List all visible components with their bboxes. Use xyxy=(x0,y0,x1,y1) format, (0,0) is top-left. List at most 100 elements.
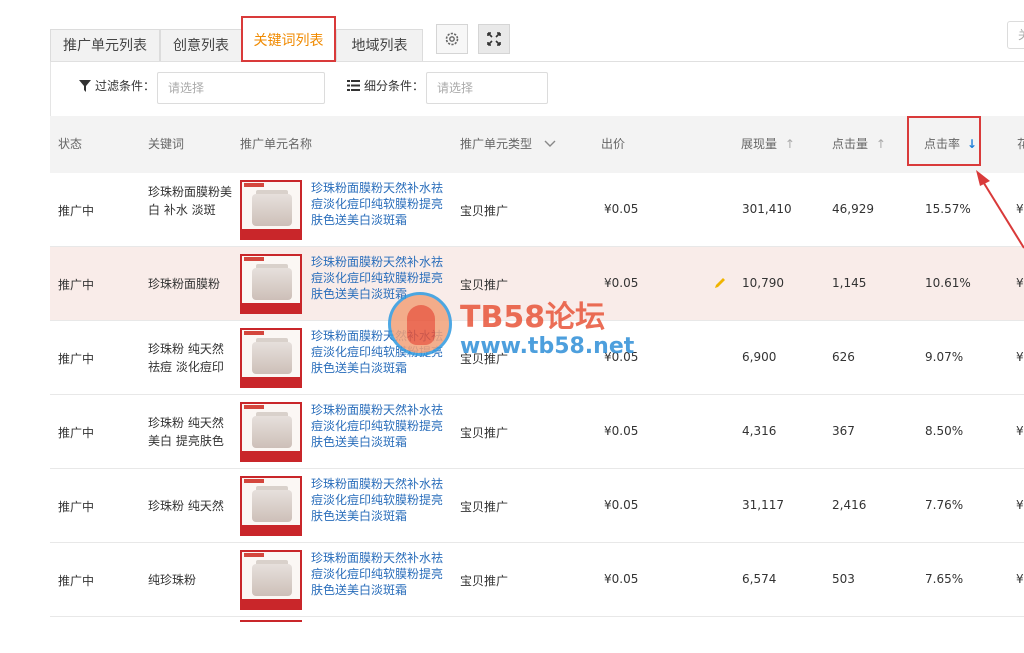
filter-bar: 过滤条件： 请选择 细分条件： 请选择 xyxy=(50,62,1024,116)
col-ctr-label: 点击率 xyxy=(924,137,961,151)
row-status: 推广中 xyxy=(58,500,95,514)
pencil-icon[interactable] xyxy=(714,277,726,289)
settings-button[interactable] xyxy=(436,24,468,54)
table-row[interactable]: 推广中 纯珍珠粉 珍珠粉面膜粉天然补水祛痘淡化痘印纯软膜粉提亮肤色送美白淡斑霜 … xyxy=(50,543,1024,617)
col-unit-name: 推广单元名称 xyxy=(240,137,313,151)
col-bid: 出价 xyxy=(601,137,626,151)
table-row[interactable]: 推广中 珍珠粉面膜粉 珍珠粉面膜粉天然补水祛痘淡化痘印纯软膜粉提亮肤色送美白淡斑… xyxy=(50,247,1024,321)
row-impressions: 301,410 xyxy=(742,202,792,216)
col-clicks-label: 点击量 xyxy=(832,137,869,151)
row-unit-type: 宝贝推广 xyxy=(460,278,509,292)
row-ctr: 15.57% xyxy=(925,202,971,216)
row-bid[interactable]: ¥0.05 xyxy=(604,276,638,290)
sort-up-icon: ↑ xyxy=(875,137,886,151)
row-bid[interactable]: ¥0.05 xyxy=(604,572,638,586)
col-status: 状态 xyxy=(58,137,83,151)
row-unit-title[interactable]: 珍珠粉面膜粉天然补水祛痘淡化痘印纯软膜粉提亮肤色送美白淡斑霜 xyxy=(311,550,451,598)
row-bid[interactable]: ¥0.05 xyxy=(604,498,638,512)
table-row[interactable]: 推广中 珍珠粉 纯天然 美白 提亮肤色 珍珠粉面膜粉天然补水祛痘淡化痘印纯软膜粉… xyxy=(50,395,1024,469)
product-thumbnail[interactable] xyxy=(240,550,302,610)
row-unit-title[interactable]: 珍珠粉面膜粉天然补水祛痘淡化痘印纯软膜粉提亮肤色送美白淡斑霜 xyxy=(311,402,451,450)
row-next: ¥ xyxy=(1016,202,1024,216)
row-ctr: 7.65% xyxy=(925,572,964,586)
row-unit-type: 宝贝推广 xyxy=(460,204,509,218)
filter-label-text: 过滤条件： xyxy=(95,79,156,93)
row-next: ¥ xyxy=(1016,424,1024,438)
row-keyword: 珍珠粉 纯天然 xyxy=(148,499,224,513)
row-impressions: 31,117 xyxy=(742,498,784,512)
row-keyword: 珍珠粉面膜粉美白 补水 淡斑 xyxy=(148,185,233,217)
table-row[interactable]: 推广中 珍珠粉面膜粉美白 补水 淡斑 珍珠粉面膜粉天然补水祛痘淡化痘印纯软膜粉提… xyxy=(50,173,1024,247)
chevron-down-icon xyxy=(544,140,556,147)
sort-up-icon: ↑ xyxy=(784,137,795,151)
col-unit-type-label: 推广单元类型 xyxy=(460,137,533,151)
row-clicks: 2,416 xyxy=(832,498,867,512)
row-bid[interactable]: ¥0.05 xyxy=(604,350,638,364)
row-bid[interactable]: ¥0.05 xyxy=(604,424,638,438)
row-unit-title[interactable]: 珍珠粉面膜粉天然补水祛痘淡化痘印纯软膜粉提亮肤色送美白淡斑霜 xyxy=(311,180,451,228)
row-next: ¥ xyxy=(1016,350,1024,364)
breakdown-select[interactable]: 请选择 xyxy=(426,72,548,104)
product-thumbnail[interactable] xyxy=(240,180,302,240)
next-row-thumbnail-peek xyxy=(240,620,302,626)
row-clicks: 46,929 xyxy=(832,202,874,216)
row-impressions: 6,900 xyxy=(742,350,777,364)
col-clicks[interactable]: 点击量 ↑ xyxy=(832,116,886,173)
list-icon xyxy=(347,80,360,91)
row-status: 推广中 xyxy=(58,278,95,292)
row-status: 推广中 xyxy=(58,574,95,588)
row-unit-title[interactable]: 珍珠粉面膜粉天然补水祛痘淡化痘印纯软膜粉提亮肤色送美白淡斑霜 xyxy=(311,476,451,524)
product-thumbnail[interactable] xyxy=(240,402,302,462)
row-ctr: 8.50% xyxy=(925,424,964,438)
table-header: 状态 关键词 推广单元名称 推广单元类型 出价 展现量 ↑ 点击量 ↑ 点击率 … xyxy=(50,116,1024,173)
row-bid[interactable]: ¥0.05 xyxy=(604,202,638,216)
product-thumbnail[interactable] xyxy=(240,328,302,388)
row-clicks: 1,145 xyxy=(832,276,867,290)
row-unit-type: 宝贝推广 xyxy=(460,574,509,588)
col-next: 花 xyxy=(1017,137,1024,151)
row-unit-type: 宝贝推广 xyxy=(460,426,509,440)
tab-creative-list[interactable]: 创意列表 xyxy=(160,29,242,62)
row-clicks: 367 xyxy=(832,424,855,438)
tab-keyword-list[interactable]: 关键词列表 xyxy=(241,16,336,62)
col-impressions-label: 展现量 xyxy=(741,137,778,151)
row-status: 推广中 xyxy=(58,352,95,366)
row-clicks: 626 xyxy=(832,350,855,364)
row-impressions: 4,316 xyxy=(742,424,777,438)
row-next: ¥ xyxy=(1016,572,1024,586)
row-unit-type: 宝贝推广 xyxy=(460,352,509,366)
gear-icon xyxy=(445,32,459,46)
row-unit-title[interactable]: 珍珠粉面膜粉天然补水祛痘淡化痘印纯软膜粉提亮肤色送美白淡斑霜 xyxy=(311,328,451,376)
breakdown-label-text: 细分条件： xyxy=(364,79,425,93)
row-impressions: 10,790 xyxy=(742,276,784,290)
row-clicks: 503 xyxy=(832,572,855,586)
table-row[interactable]: 推广中 珍珠粉 纯天然 珍珠粉面膜粉天然补水祛痘淡化痘印纯软膜粉提亮肤色送美白淡… xyxy=(50,469,1024,543)
row-impressions: 6,574 xyxy=(742,572,777,586)
col-impressions[interactable]: 展现量 ↑ xyxy=(741,116,795,173)
tab-region-list[interactable]: 地域列表 xyxy=(336,29,423,62)
row-ctr: 7.76% xyxy=(925,498,964,512)
filter-label: 过滤条件： xyxy=(79,77,155,94)
row-next: ¥ xyxy=(1016,498,1024,512)
row-next: ¥ xyxy=(1016,276,1024,290)
row-ctr: 10.61% xyxy=(925,276,971,290)
funnel-icon xyxy=(79,79,91,92)
row-keyword: 珍珠粉面膜粉 xyxy=(148,277,221,291)
row-keyword: 珍珠粉 纯天然 美白 提亮肤色 xyxy=(148,416,224,448)
table-row[interactable]: 推广中 珍珠粉 纯天然 祛痘 淡化痘印 珍珠粉面膜粉天然补水祛痘淡化痘印纯软膜粉… xyxy=(50,321,1024,395)
row-unit-title[interactable]: 珍珠粉面膜粉天然补水祛痘淡化痘印纯软膜粉提亮肤色送美白淡斑霜 xyxy=(311,254,451,302)
col-ctr[interactable]: 点击率 ↓ xyxy=(924,116,977,173)
row-status: 推广中 xyxy=(58,426,95,440)
tab-unit-list[interactable]: 推广单元列表 xyxy=(50,29,160,62)
product-thumbnail[interactable] xyxy=(240,254,302,314)
filter-select[interactable]: 请选择 xyxy=(157,72,325,104)
row-keyword: 珍珠粉 纯天然 祛痘 淡化痘印 xyxy=(148,342,224,374)
product-thumbnail[interactable] xyxy=(240,476,302,536)
row-unit-type: 宝贝推广 xyxy=(460,500,509,514)
tab-bar: 推广单元列表 创意列表 关键词列表 地域列表 关 xyxy=(0,0,1024,62)
row-ctr: 9.07% xyxy=(925,350,964,364)
fullscreen-button[interactable] xyxy=(478,24,510,54)
right-search-input[interactable]: 关 xyxy=(1007,21,1024,49)
col-unit-type[interactable]: 推广单元类型 xyxy=(460,116,556,173)
row-status: 推广中 xyxy=(58,204,95,218)
